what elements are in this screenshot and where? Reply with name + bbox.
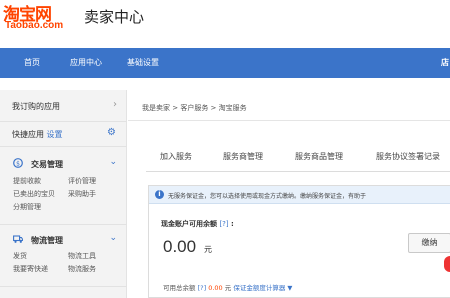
main-nav: 首页 应用中心 基础设置 店 [0,48,450,78]
logo-en-text: Taobao.com [5,20,64,31]
tab-provider-management[interactable]: 服务商管理 [223,142,263,172]
nav-basic-settings[interactable]: 基础设置 [127,48,159,78]
sidebar-group-trade: $ 交易管理 ⌄ 提前收款 评价管理 已卖出的宝贝 采购助手 分期管理 [0,147,127,225]
seller-center-title: 卖家中心 [84,8,145,26]
tab-service-product-management[interactable]: 服务商品管理 [295,142,343,172]
notice-bar: i 无服务保证金，您可以选择使用或现金方式缴纳。缴纳服务保证金，有助于 [149,186,450,204]
tab-agreement-records[interactable]: 服务协议签署记录 [376,142,440,172]
chevron-down-icon[interactable]: ⌄ [109,157,117,167]
group-title-logistics[interactable]: 物流管理 [31,235,63,246]
nav-app-center[interactable]: 应用中心 [70,48,102,78]
sidebar-link[interactable]: 分期管理 [13,202,41,212]
sidebar-link[interactable]: 评价管理 [68,176,96,186]
group-title-trade[interactable]: 交易管理 [31,159,63,170]
chevron-down-icon[interactable]: ⌄ [109,233,117,243]
chevron-right-icon: › [113,99,117,110]
sidebar-link[interactable]: 已卖出的宝贝 [13,189,55,199]
sidebar: 我订购的应用 › 快捷应用 设置 ⚙ $ 交易管理 ⌄ 提前收款 评价管理 已卖… [0,90,127,298]
divider [128,120,450,121]
help-icon[interactable]: [?] [219,220,228,228]
sidebar-link[interactable]: 发货 [13,251,27,261]
sidebar-link[interactable]: 提前收款 [13,176,41,186]
available-balance-amount: 0.00 [208,284,223,292]
available-balance-row: 可用总余额 [?] 0.00 元 保证金额度计算器 ▼ [163,282,292,292]
nav-home[interactable]: 首页 [24,48,40,78]
sidebar-quick-apps: 快捷应用 设置 ⚙ [0,122,127,147]
cash-balance-unit: 元 [204,245,212,254]
taobao-logo[interactable]: 淘宝网 Taobao.com [3,0,79,34]
deposit-calculator-link[interactable]: 保证金额度计算器 ▼ [233,284,292,292]
main-content: 我是卖家 > 客户服务 > 淘宝服务 加入服务 服务商管理 服务商品管理 服务协… [128,90,450,298]
top-header: 淘宝网 Taobao.com 卖家中心 [0,0,450,48]
sidebar-link[interactable]: 物流工具 [68,251,96,261]
tab-join-service[interactable]: 加入服务 [160,142,192,172]
truck-icon [13,235,23,243]
gear-icon[interactable]: ⚙ [107,127,116,138]
cash-balance-label: 现金账户可用余额 [?] : [161,220,234,228]
nav-shop[interactable]: 店 [441,48,450,78]
deposit-panel: i 无服务保证金，您可以选择使用或现金方式缴纳。缴纳服务保证金，有助于 现金账户… [148,185,450,298]
svg-text:$: $ [16,160,20,167]
info-icon: i [155,190,164,199]
sidebar-link[interactable]: 物流服务 [68,264,96,274]
sidebar-group-logistics: 物流管理 ⌄ 发货 物流工具 我要寄快递 物流服务 [0,225,127,287]
quick-apps-label: 快捷应用 [12,130,44,139]
help-icon[interactable]: [?] [198,284,207,292]
available-balance-unit: 元 [224,284,232,292]
notice-text: 无服务保证金，您可以选择使用或现金方式缴纳。缴纳服务保证金，有助于 [168,193,367,200]
sidebar-item-label: 我订购的应用 [12,102,60,111]
cash-balance-value: 0.00 [163,237,197,256]
pay-deposit-button[interactable]: 缴纳 [408,233,450,253]
floating-badge[interactable] [444,256,450,272]
breadcrumb: 我是卖家 > 客户服务 > 淘宝服务 [142,104,247,112]
trade-icon: $ [13,158,23,168]
available-balance-label: 可用总余额 [163,284,196,292]
sidebar-link[interactable]: 采购助手 [68,189,96,199]
quick-apps-settings-link[interactable]: 设置 [47,130,63,139]
service-tabs: 加入服务 服务商管理 服务商品管理 服务协议签署记录 [146,142,450,172]
cash-balance-label-text: 现金账户可用余额 [161,220,217,228]
sidebar-item-my-apps[interactable]: 我订购的应用 › [0,90,127,122]
sidebar-link[interactable]: 我要寄快递 [13,264,48,274]
